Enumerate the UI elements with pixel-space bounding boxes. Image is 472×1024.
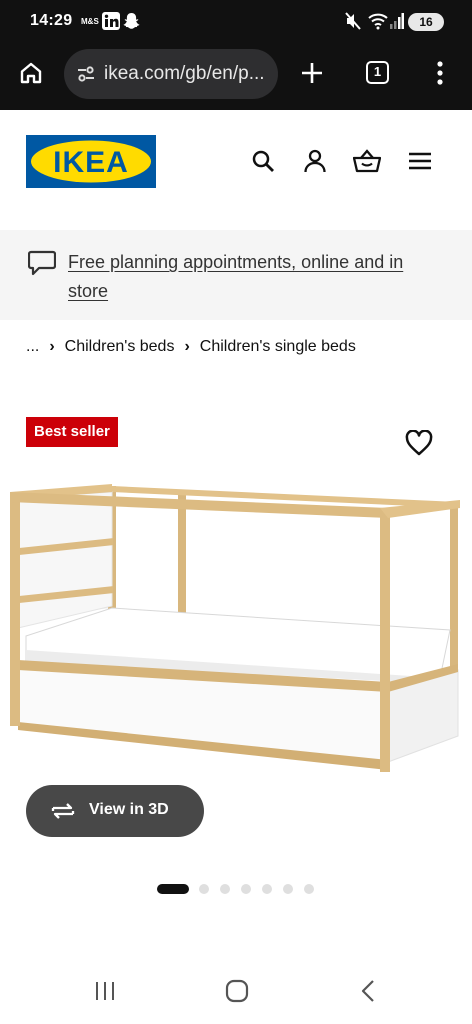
new-tab-icon[interactable]	[300, 61, 324, 90]
product-image[interactable]	[0, 478, 472, 778]
gallery-dot[interactable]	[304, 884, 314, 894]
recents-icon[interactable]	[94, 980, 116, 1007]
chevron-right-icon: ›	[184, 338, 190, 355]
home-nav-icon[interactable]	[225, 979, 249, 1008]
view-in-3d-label: View in 3D	[89, 801, 169, 818]
status-time: 14:29	[30, 12, 73, 29]
back-icon[interactable]	[360, 979, 376, 1008]
site-settings-icon[interactable]	[76, 64, 96, 89]
breadcrumb-childrens-beds[interactable]: Children's beds	[65, 338, 175, 356]
planning-appointments-link[interactable]: Free planning appointments, online and i…	[68, 248, 448, 306]
url-text: ikea.com/gb/en/p...	[104, 63, 265, 84]
basket-icon[interactable]	[352, 149, 382, 178]
site-header: IKEA	[0, 110, 472, 230]
search-icon[interactable]	[251, 149, 275, 178]
breadcrumb-childrens-single-beds[interactable]: Children's single beds	[200, 338, 356, 356]
address-bar[interactable]: ikea.com/gb/en/p...	[64, 49, 278, 99]
gallery-dot[interactable]	[241, 884, 251, 894]
more-menu-icon[interactable]	[436, 61, 444, 90]
signal-icon	[390, 12, 404, 35]
wifi-icon	[368, 12, 388, 35]
status-carrier-label: M&S	[81, 17, 99, 26]
chevron-right-icon: ›	[49, 338, 55, 355]
best-seller-badge: Best seller	[26, 417, 118, 447]
rotate-3d-icon	[50, 800, 76, 827]
linkedin-icon	[102, 12, 120, 35]
announcement-banner: Free planning appointments, online and i…	[0, 230, 472, 320]
gallery-dot-active[interactable]	[157, 884, 189, 894]
gallery-dot[interactable]	[283, 884, 293, 894]
chat-bubble-icon	[27, 250, 57, 281]
mute-icon	[345, 12, 361, 35]
home-icon[interactable]	[19, 61, 43, 90]
browser-toolbar: ikea.com/gb/en/p... 1	[0, 44, 472, 110]
ikea-logo[interactable]: IKEA	[26, 135, 156, 188]
menu-icon[interactable]	[409, 152, 431, 175]
account-icon[interactable]	[303, 149, 327, 178]
gallery-dot[interactable]	[199, 884, 209, 894]
favourite-heart-icon[interactable]	[405, 429, 433, 461]
battery-indicator: 16	[408, 13, 444, 31]
svg-text:IKEA: IKEA	[53, 146, 129, 179]
breadcrumb: ... › Children's beds › Children's single be…	[26, 338, 356, 356]
system-navigation-bar	[0, 960, 472, 1024]
tab-switcher-icon[interactable]: 1	[366, 61, 389, 84]
gallery-dot[interactable]	[262, 884, 272, 894]
status-bar: 14:29 M&S 16	[0, 0, 472, 44]
snapchat-icon	[123, 12, 140, 35]
breadcrumb-ellipsis[interactable]: ...	[26, 338, 39, 356]
view-in-3d-button[interactable]: View in 3D	[26, 785, 204, 837]
gallery-dot[interactable]	[220, 884, 230, 894]
